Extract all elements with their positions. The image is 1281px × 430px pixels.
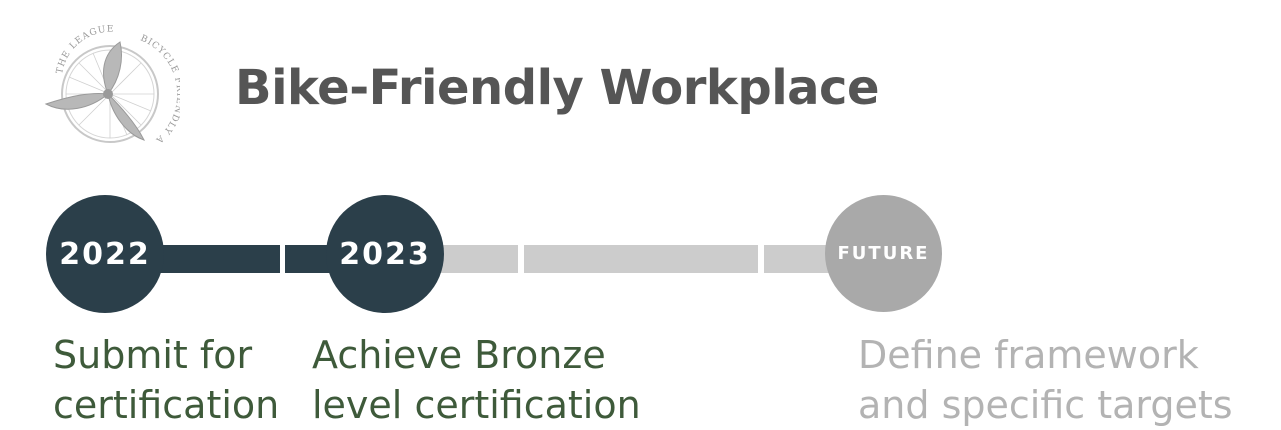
- description-line: Achieve Bronze: [312, 333, 606, 377]
- timeline-track-future: [524, 245, 758, 273]
- description-line: level certification: [312, 383, 641, 427]
- milestone-2023-description: Achieve Bronze level certification: [312, 330, 641, 430]
- timeline-track-done: [285, 245, 330, 273]
- milestone-label: 2022: [59, 236, 151, 272]
- timeline-track-future: [764, 245, 829, 273]
- milestone-2023-node: 2023: [326, 195, 444, 313]
- milestone-future-description: Define framework and specific targets: [858, 330, 1233, 430]
- timeline-track-future: [440, 245, 518, 273]
- milestone-label: 2023: [339, 236, 431, 272]
- description-line: and specific targets: [858, 383, 1233, 427]
- description-line: Submit for: [53, 333, 253, 377]
- page-title: Bike-Friendly Workplace: [235, 60, 880, 116]
- milestone-2022-node: 2022: [46, 195, 164, 313]
- description-line: certification: [53, 383, 280, 427]
- bicycle-wheel-wings-icon: THE LEAGUE BICYCLE FRIENDLY AMERICA: [35, 7, 183, 145]
- league-logo: THE LEAGUE BICYCLE FRIENDLY AMERICA: [35, 7, 183, 154]
- milestone-label: FUTURE: [837, 243, 930, 264]
- timeline-track-done: [160, 245, 280, 273]
- description-line: Define framework: [858, 333, 1199, 377]
- milestone-future-node: FUTURE: [825, 195, 942, 312]
- milestone-2022-description: Submit for certification: [53, 330, 279, 430]
